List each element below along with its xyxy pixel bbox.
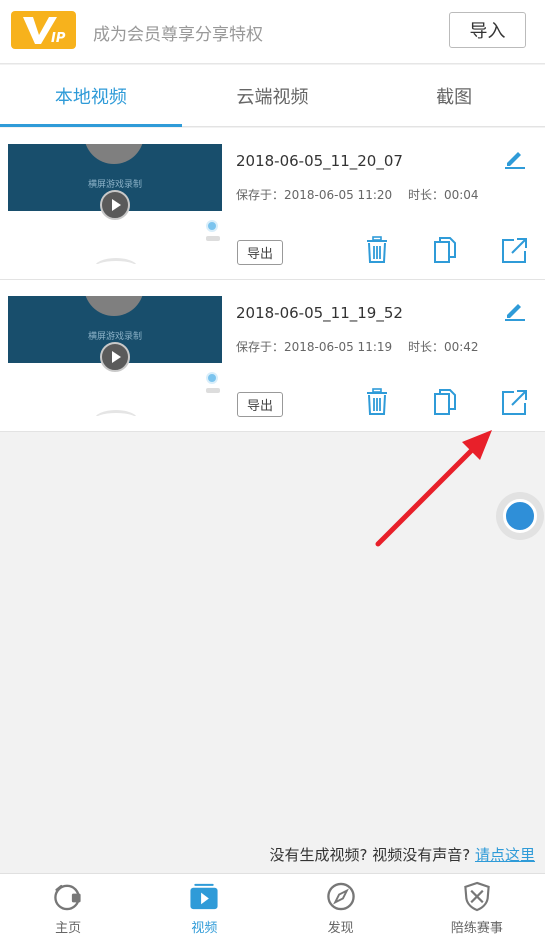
nav-label: 视频: [191, 921, 218, 936]
tab-screenshot[interactable]: 截图: [363, 65, 545, 126]
play-icon[interactable]: [100, 190, 130, 220]
compass-icon: [326, 882, 355, 911]
video-meta: 保存于：2018-06-05 11:20 时长：00:04: [236, 186, 491, 203]
bottom-nav: 主页 视频 发现 陪练赛事: [0, 873, 545, 936]
video-title: 2018-06-05_11_19_52: [236, 304, 403, 322]
header: IP 成为会员尊享分享特权 导入: [0, 0, 545, 64]
video-item: 横屏游戏录制 2018-06-05_11_20_07 保存于：2018-06-0…: [0, 128, 545, 280]
tab-cloud-video[interactable]: 云端视频: [182, 65, 364, 126]
help-link[interactable]: 请点这里: [475, 846, 535, 864]
thumbnail-arc: [94, 410, 138, 416]
swords-shield-icon: [464, 881, 490, 912]
nav-discover[interactable]: 发现: [273, 874, 409, 936]
video-thumbnail[interactable]: 横屏游戏录制: [8, 296, 222, 416]
share-icon[interactable]: [501, 236, 527, 264]
nav-label: 陪练赛事: [450, 921, 503, 936]
export-button[interactable]: 导出: [237, 392, 283, 417]
camera-home-icon: [54, 884, 81, 911]
video-item: 横屏游戏录制 2018-06-05_11_19_52 保存于：2018-06-0…: [0, 280, 545, 432]
video-meta: 保存于：2018-06-05 11:19 时长：00:42: [236, 338, 491, 355]
import-button[interactable]: 导入: [449, 12, 526, 48]
thumbnail-bar: [206, 236, 220, 241]
export-button[interactable]: 导出: [237, 240, 283, 265]
tab-local-video[interactable]: 本地视频: [0, 65, 182, 127]
thumbnail-record-dot-icon: [206, 372, 218, 384]
nav-label: 发现: [327, 921, 354, 936]
annotation-arrow-icon: [375, 430, 492, 547]
video-list: 横屏游戏录制 2018-06-05_11_20_07 保存于：2018-06-0…: [0, 128, 545, 432]
trash-icon[interactable]: [364, 388, 390, 416]
help-text: 没有生成视频? 视频没有声音?: [269, 846, 475, 864]
saved-time: 保存于：2018-06-05 11:20: [236, 188, 393, 202]
saved-time: 保存于：2018-06-05 11:19: [236, 340, 393, 354]
svg-text:IP: IP: [51, 31, 66, 46]
play-icon[interactable]: [100, 342, 130, 372]
nav-video[interactable]: 视频: [136, 874, 272, 936]
video-thumbnail[interactable]: 横屏游戏录制: [8, 144, 222, 264]
video-play-icon: [190, 883, 218, 910]
help-bar: 没有生成视频? 视频没有声音? 请点这里: [0, 837, 545, 873]
nav-match[interactable]: 陪练赛事: [409, 874, 545, 936]
video-title: 2018-06-05_11_20_07: [236, 152, 403, 170]
thumbnail-record-dot-icon: [206, 220, 218, 232]
thumbnail-caption: 横屏游戏录制: [87, 332, 142, 342]
vip-logo-icon: IP: [23, 17, 66, 46]
duration: 时长：00:42: [407, 340, 479, 354]
vip-slogan[interactable]: 成为会员尊享分享特权: [93, 20, 263, 45]
nav-home[interactable]: 主页: [0, 874, 136, 936]
nav-label: 主页: [55, 921, 82, 936]
thumbnail-arc: [94, 258, 138, 264]
edit-icon[interactable]: [503, 146, 527, 170]
share-icon[interactable]: [501, 388, 527, 416]
vip-badge[interactable]: IP: [11, 11, 76, 49]
copy-icon[interactable]: [432, 236, 458, 264]
duration: 时长：00:04: [407, 188, 479, 202]
edit-icon[interactable]: [503, 298, 527, 322]
copy-icon[interactable]: [432, 388, 458, 416]
trash-icon[interactable]: [364, 236, 390, 264]
thumbnail-bar: [206, 388, 220, 393]
floating-ball-icon: [503, 499, 537, 533]
tab-bar: 本地视频 云端视频 截图: [0, 65, 545, 127]
floating-record-button[interactable]: [496, 492, 544, 540]
thumbnail-caption: 横屏游戏录制: [87, 180, 142, 190]
